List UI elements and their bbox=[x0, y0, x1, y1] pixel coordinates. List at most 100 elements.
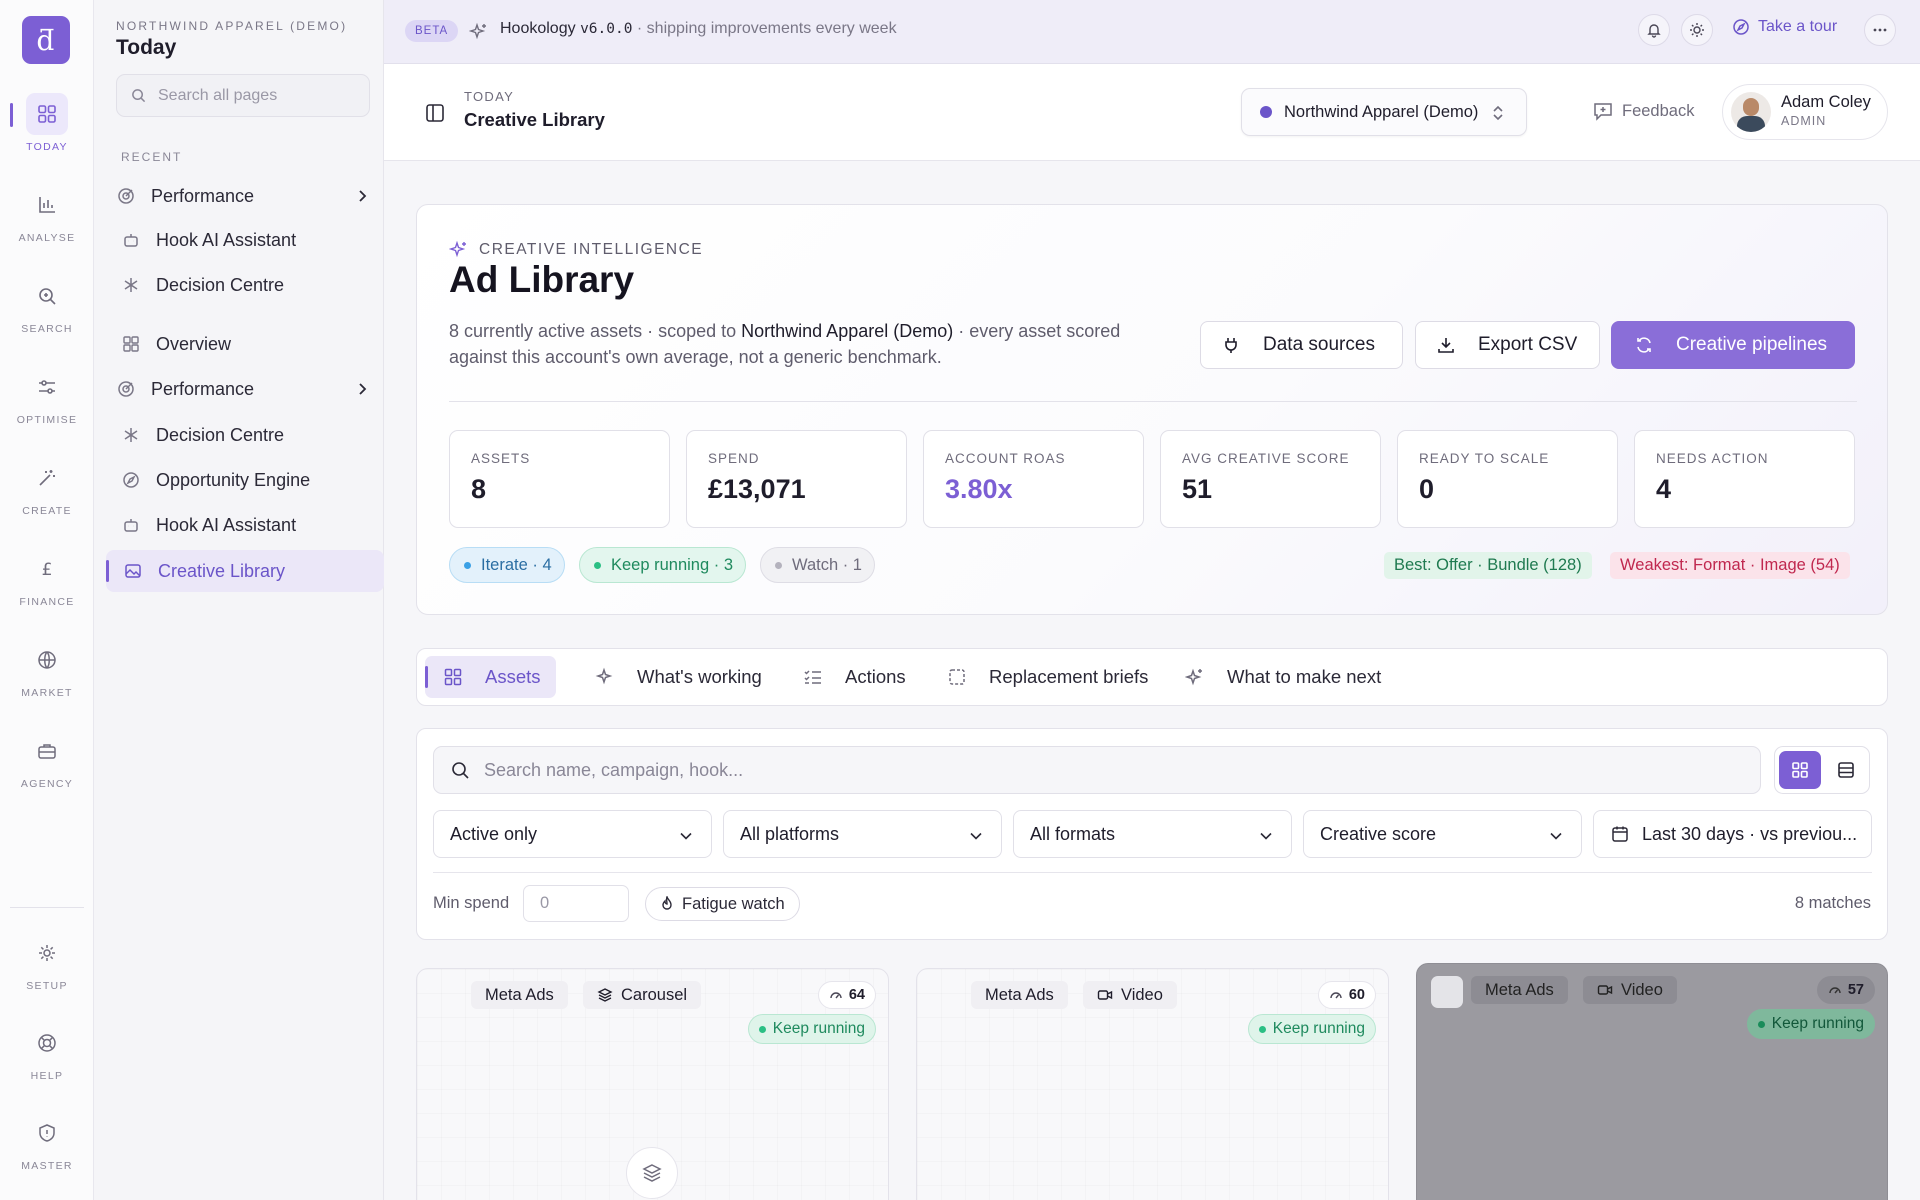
format-select[interactable]: All formats bbox=[1013, 810, 1292, 858]
stat-card-avg-creative-score: AVG CREATIVE SCORE 51 bbox=[1160, 430, 1381, 528]
rail-item-analyse[interactable]: ANALYSE bbox=[0, 184, 94, 264]
tab-what-to-make-next[interactable]: What to make next bbox=[1167, 656, 1399, 698]
section-title: Ad Library bbox=[449, 259, 635, 300]
org-selector-label: Northwind Apparel (Demo) bbox=[1284, 102, 1479, 121]
rail-item-create[interactable]: CREATE bbox=[0, 457, 94, 537]
filter-pill-iterate[interactable]: Iterate · 4 bbox=[449, 547, 565, 583]
creative-pipelines-button[interactable]: Creative pipelines bbox=[1611, 321, 1855, 369]
tab-replacement-briefs[interactable]: Replacement briefs bbox=[929, 656, 1166, 698]
sidebar-item-hook-ai-assistant[interactable]: Hook AI Assistant bbox=[104, 504, 384, 546]
fatigue-watch-label: Fatigue watch bbox=[682, 894, 785, 913]
format-chip: Carousel bbox=[583, 981, 702, 1009]
asset-card[interactable]: Meta Ads Video 57 Keep running bbox=[1416, 963, 1888, 1200]
sidebar-item-decision-centre[interactable]: Decision Centre bbox=[104, 414, 384, 456]
asset-search-input[interactable]: Search name, campaign, hook... bbox=[433, 746, 1761, 794]
layers-icon bbox=[642, 1164, 662, 1182]
rail-item-setup[interactable]: SETUP bbox=[0, 932, 94, 1012]
tab-label: What to make next bbox=[1227, 666, 1382, 687]
sidebar-title: Today bbox=[116, 36, 177, 59]
status-select-value: Active only bbox=[450, 823, 538, 844]
org-color-dot bbox=[1260, 106, 1272, 118]
export-csv-label: Export CSV bbox=[1478, 334, 1578, 355]
grid-view-button[interactable] bbox=[1779, 751, 1821, 789]
export-csv-button[interactable]: Export CSV bbox=[1415, 321, 1600, 369]
rail-item-market[interactable]: MARKET bbox=[0, 639, 94, 719]
data-sources-button[interactable]: Data sources bbox=[1200, 321, 1403, 369]
sort-select[interactable]: Creative score bbox=[1303, 810, 1582, 858]
list-view-button[interactable] bbox=[1825, 751, 1867, 789]
filter-pill-watch[interactable]: Watch · 1 bbox=[760, 547, 875, 583]
tab-actions[interactable]: Actions bbox=[785, 656, 924, 698]
page-header: TODAY Creative Library Northwind Apparel… bbox=[384, 64, 1920, 161]
user-menu[interactable]: Adam Coley ADMIN bbox=[1722, 84, 1888, 140]
grid-icon bbox=[443, 667, 463, 687]
announcement-banner: BETA Hookology v6.0.0 · shipping improve… bbox=[384, 0, 1920, 64]
search-icon bbox=[26, 275, 68, 317]
min-spend-input[interactable]: 0 bbox=[523, 885, 629, 922]
date-range-select[interactable]: Last 30 days · vs previou... bbox=[1593, 810, 1872, 858]
org-name: NORTHWIND APPAREL (DEMO) bbox=[116, 19, 348, 33]
sidebar-item-overview[interactable]: Overview bbox=[104, 323, 384, 365]
target-icon bbox=[117, 380, 135, 398]
rail-item-help[interactable]: HELP bbox=[0, 1022, 94, 1102]
message-plus-icon bbox=[1594, 103, 1612, 121]
org-selector[interactable]: Northwind Apparel (Demo) bbox=[1241, 88, 1527, 136]
fatigue-watch-toggle[interactable]: Fatigue watch bbox=[645, 887, 800, 921]
rail-divider bbox=[10, 907, 84, 908]
divider bbox=[449, 401, 1857, 402]
sidebar-item-hook-ai-recent[interactable]: Hook AI Assistant bbox=[104, 219, 384, 261]
asterisk-icon bbox=[122, 426, 140, 444]
feedback-button[interactable]: Feedback bbox=[1592, 100, 1694, 122]
sidebar-toggle-icon[interactable] bbox=[424, 102, 446, 124]
filter-pill-keep-running[interactable]: Keep running · 3 bbox=[579, 547, 747, 583]
rail-item-finance[interactable]: £ FINANCE bbox=[0, 548, 94, 628]
rail-item-master[interactable]: MASTER bbox=[0, 1112, 94, 1192]
tab-whats-working[interactable]: What's working bbox=[577, 656, 780, 698]
status-label: Keep running bbox=[772, 1020, 865, 1037]
asset-card[interactable]: Meta Ads Video 60 Keep running bbox=[916, 968, 1389, 1200]
sidebar-item-performance[interactable]: Performance bbox=[104, 368, 384, 410]
tab-assets[interactable]: Assets bbox=[425, 656, 556, 698]
sidebar-item-label: Creative Library bbox=[158, 560, 286, 581]
status-badge: Keep running bbox=[747, 1014, 876, 1044]
sun-icon bbox=[1690, 23, 1704, 37]
status-select[interactable]: Active only bbox=[433, 810, 712, 858]
rail-item-today[interactable]: TODAY bbox=[0, 93, 94, 173]
select-checkbox[interactable] bbox=[1431, 976, 1463, 1008]
app-logo[interactable]: ƌ bbox=[22, 16, 70, 64]
brief-icon bbox=[947, 667, 967, 687]
layers-button[interactable] bbox=[626, 1147, 678, 1199]
stat-label: READY TO SCALE bbox=[1419, 451, 1550, 466]
status-badge: Keep running bbox=[1247, 1014, 1376, 1044]
stat-label: AVG CREATIVE SCORE bbox=[1182, 451, 1350, 466]
chevron-down-icon bbox=[1260, 832, 1272, 840]
notifications-button[interactable] bbox=[1638, 14, 1670, 46]
sparkle-icon bbox=[469, 22, 486, 40]
sidebar-item-opportunity-engine[interactable]: Opportunity Engine bbox=[104, 459, 384, 501]
format-chip: Video bbox=[1583, 976, 1677, 1004]
list-icon bbox=[1838, 762, 1854, 778]
take-a-tour-link[interactable]: Take a tour bbox=[1732, 18, 1837, 36]
sidebar-item-performance-recent[interactable]: Performance bbox=[104, 175, 384, 217]
filter-panel: Search name, campaign, hook... Active on… bbox=[416, 728, 1888, 940]
plug-icon bbox=[1221, 335, 1241, 355]
banner-text: Hookology v6.0.0 · shipping improvements… bbox=[500, 20, 897, 38]
asset-card[interactable]: Meta Ads Carousel 64 Keep running bbox=[416, 968, 889, 1200]
more-options-button[interactable] bbox=[1864, 14, 1896, 46]
rail-item-search[interactable]: SEARCH bbox=[0, 275, 94, 355]
sidebar-item-decision-recent[interactable]: Decision Centre bbox=[104, 264, 384, 306]
tab-label: Actions bbox=[845, 666, 906, 687]
platform-select[interactable]: All platforms bbox=[723, 810, 1002, 858]
sidebar-search-input[interactable]: Search all pages bbox=[116, 74, 370, 117]
rail-label: MASTER bbox=[21, 1160, 73, 1172]
score-value: 57 bbox=[1847, 982, 1864, 998]
stat-card-account-roas: ACCOUNT ROAS 3.80x bbox=[923, 430, 1144, 528]
theme-toggle-button[interactable] bbox=[1681, 14, 1713, 46]
download-icon bbox=[1436, 335, 1456, 355]
rail-item-agency[interactable]: AGENCY bbox=[0, 730, 94, 810]
sidebar-item-creative-library[interactable]: Creative Library bbox=[106, 550, 384, 592]
rail-label: FINANCE bbox=[19, 596, 75, 608]
more-horizontal-icon bbox=[1873, 28, 1887, 32]
rail-item-optimise[interactable]: OPTIMISE bbox=[0, 366, 94, 446]
stat-label: NEEDS ACTION bbox=[1656, 451, 1769, 466]
